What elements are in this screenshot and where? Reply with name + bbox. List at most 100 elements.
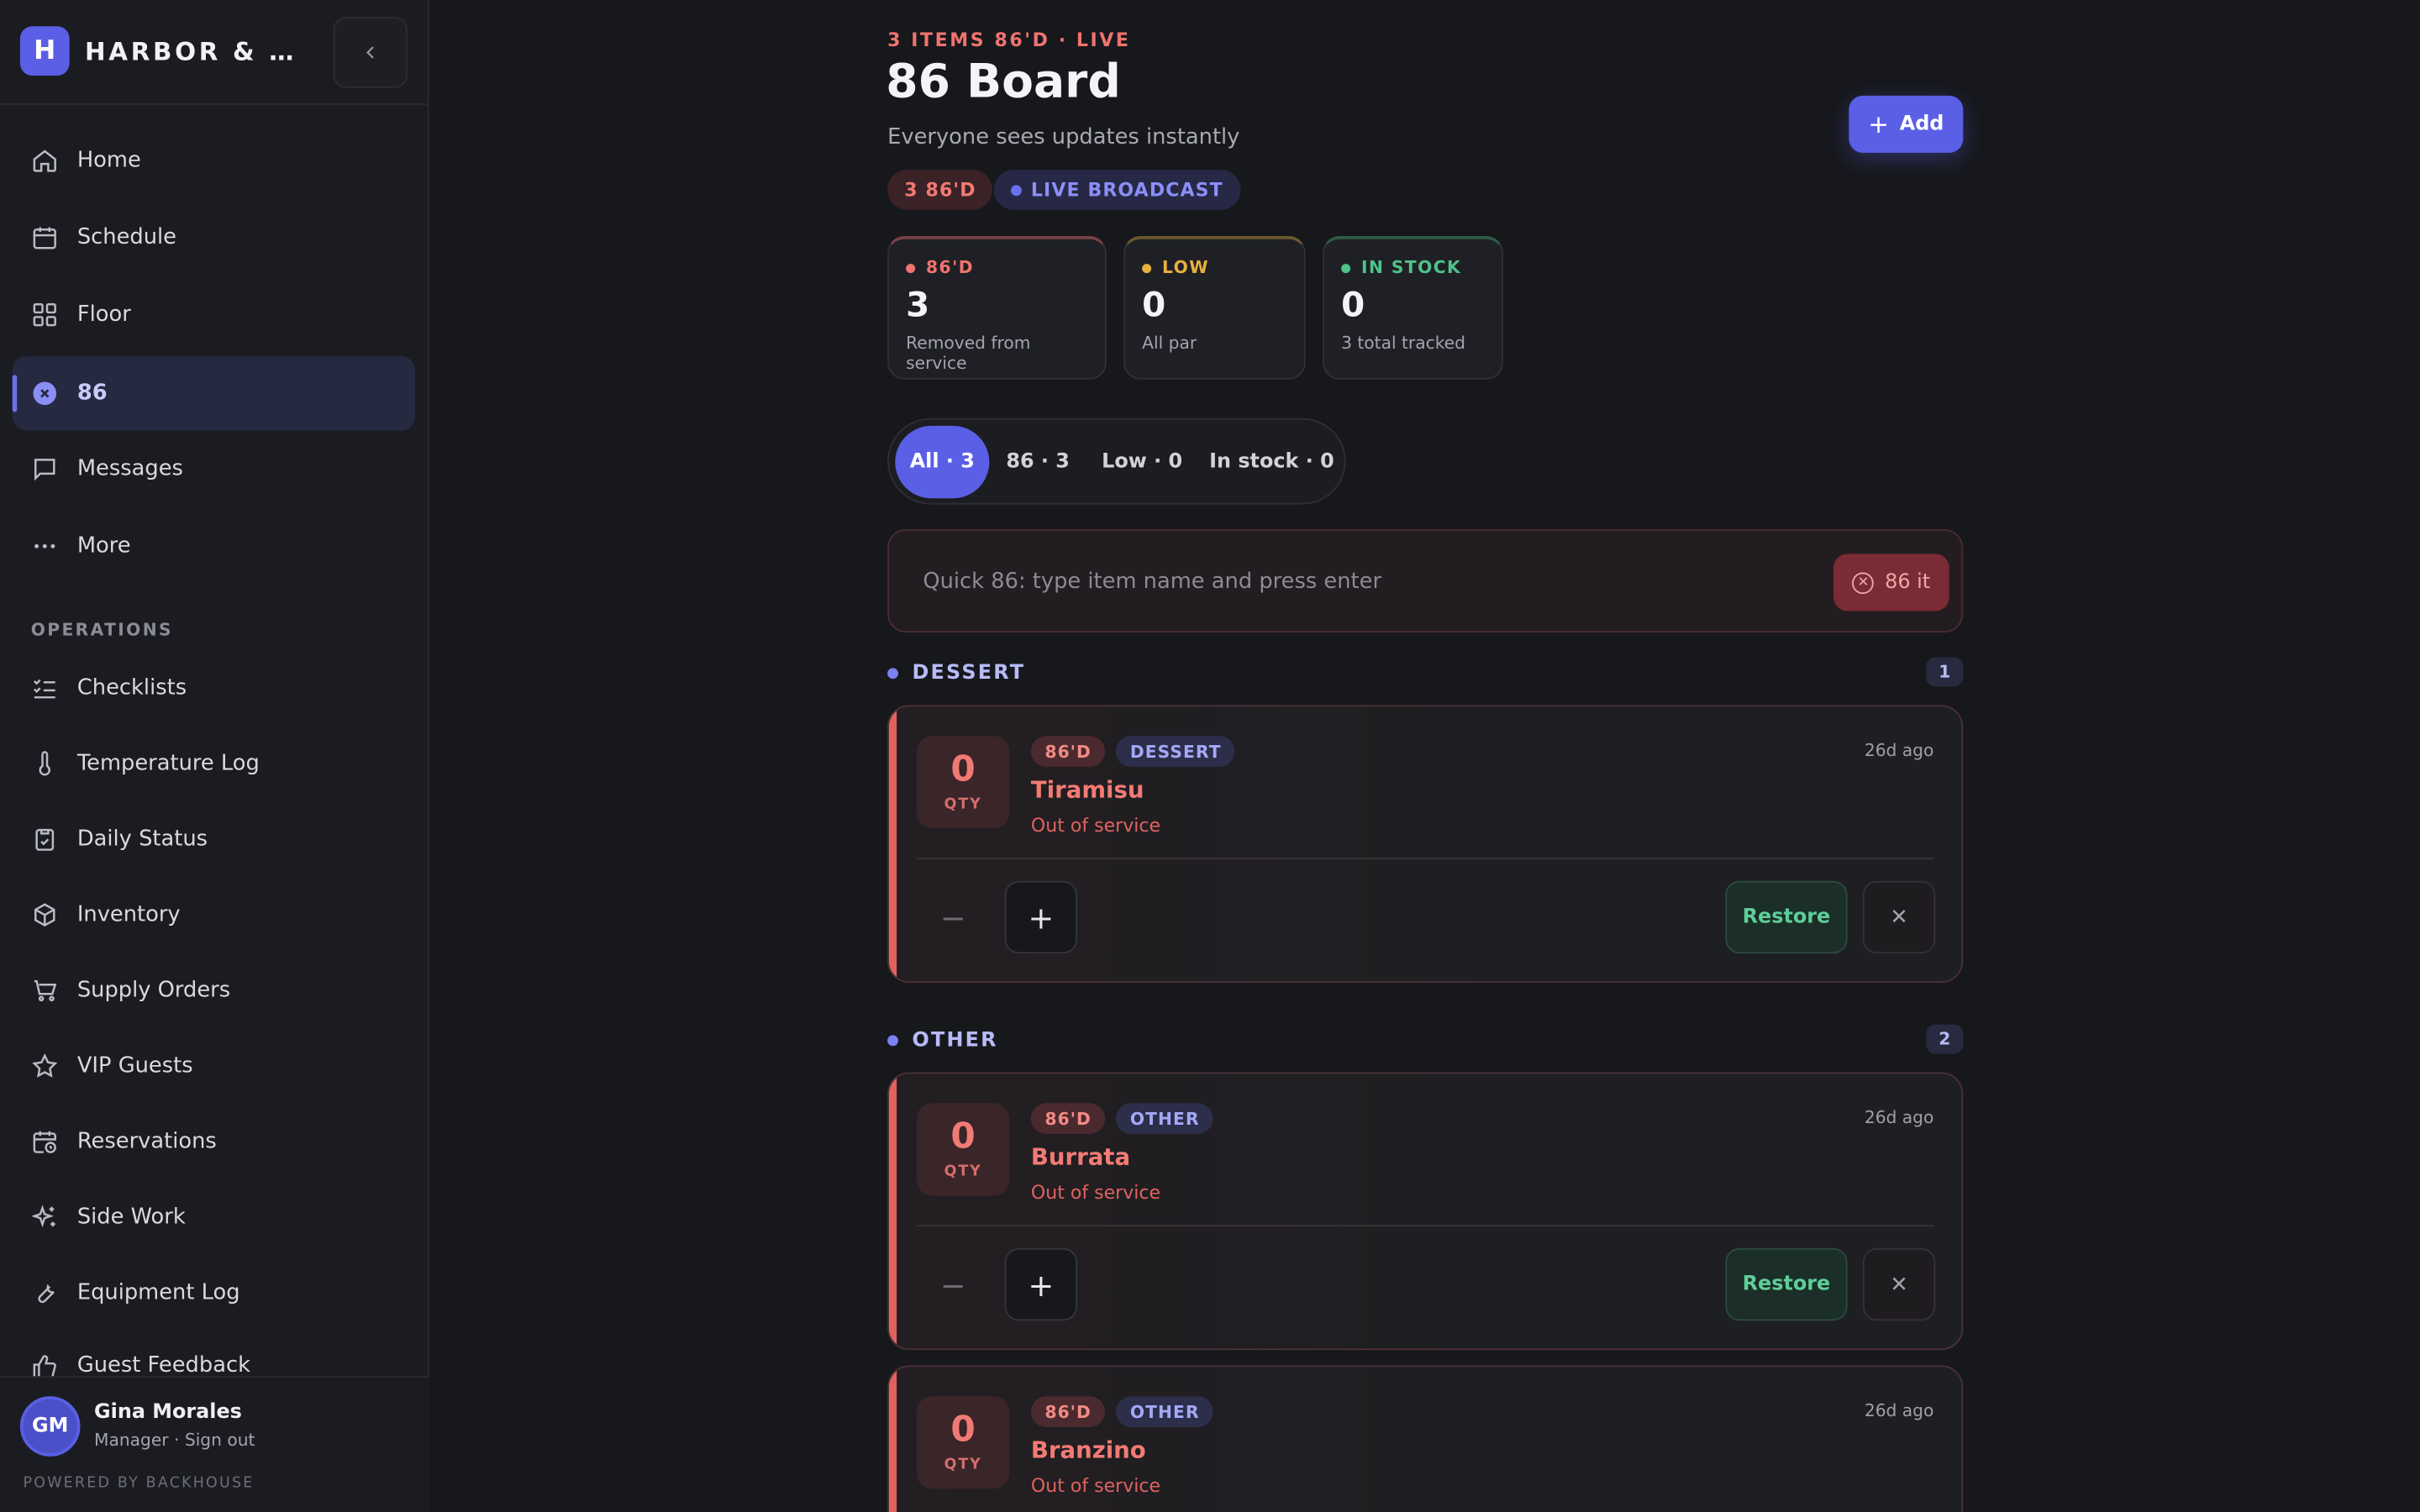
avatar[interactable]: GM <box>19 1396 81 1457</box>
stat-value: 3 <box>906 286 930 326</box>
status-badge: 86'D <box>1030 736 1106 767</box>
item-badges: 86'D DESSERT <box>1030 736 1246 767</box>
live-dot-icon <box>1011 184 1022 196</box>
item-name[interactable]: Branzino <box>1031 1436 1146 1464</box>
quick-86-input[interactable] <box>923 564 1818 599</box>
item-status: Out of service <box>1030 1474 1161 1497</box>
sidebar-item-temperature-log[interactable]: Temperature Log <box>13 727 415 801</box>
x-circle-icon <box>31 380 59 407</box>
sidebar-item-label: Side Work <box>76 1205 186 1230</box>
sidebar-item-label: Schedule <box>76 225 177 250</box>
item-timestamp: 26d ago <box>1864 1107 1934 1128</box>
stat-label: 86'D <box>926 257 974 278</box>
stat-value: 0 <box>1341 286 1365 326</box>
card-divider <box>916 1225 1934 1227</box>
add-button[interactable]: + Add <box>1849 95 1964 153</box>
sidebar-item-daily-status[interactable]: Daily Status <box>13 802 415 876</box>
sidebar-item-86[interactable]: 86 <box>12 356 416 431</box>
tab-in-stock[interactable]: In stock · 0 <box>1204 426 1340 498</box>
tab-86[interactable]: 86 · 3 <box>997 426 1079 498</box>
brand-logo: H <box>19 26 70 76</box>
home-icon <box>31 146 59 174</box>
operations-section-label: OPERATIONS <box>30 620 173 641</box>
sidebar-item-side-work[interactable]: Side Work <box>13 1180 415 1254</box>
item-timestamp: 26d ago <box>1864 1400 1934 1421</box>
sidebar-item-label: Inventory <box>76 902 181 927</box>
sidebar-item-reservations[interactable]: Reservations <box>13 1105 415 1179</box>
plus-icon: + <box>1868 109 1889 139</box>
sidebar-item-schedule[interactable]: Schedule <box>13 201 415 275</box>
item-card-branzino: 0 QTY 86'D OTHER Branzino Out of service… <box>887 1365 1964 1512</box>
sidebar-item-guest-feedback[interactable]: Guest Feedback <box>13 1331 415 1378</box>
sidebar-item-more[interactable]: More <box>13 509 415 583</box>
thumbs-up-icon <box>31 1353 59 1378</box>
decrement-button[interactable]: − <box>916 1247 990 1321</box>
page-title: 86 Board <box>886 55 1121 110</box>
sidebar-item-messages[interactable]: Messages <box>13 432 415 506</box>
sidebar-item-label: Floor <box>76 302 131 328</box>
checklist-icon <box>31 675 59 702</box>
minus-icon: − <box>939 898 966 936</box>
status-dot-icon <box>1142 263 1152 273</box>
sparkle-icon <box>31 1204 59 1231</box>
sidebar-item-label: Checklists <box>76 675 187 701</box>
group-dot-icon <box>887 668 898 680</box>
page-eyebrow: 3 ITEMS 86'D · LIVE <box>887 29 1131 51</box>
sidebar-item-label: Equipment Log <box>76 1280 240 1305</box>
increment-button[interactable]: + <box>1004 880 1078 954</box>
sidebar-item-label: More <box>76 533 131 559</box>
chevron-left-icon <box>366 46 374 59</box>
item-name[interactable]: Burrata <box>1031 1143 1130 1171</box>
stat-desc: All par <box>1142 333 1197 354</box>
increment-button[interactable]: + <box>1004 1247 1078 1321</box>
sidebar-item-label: Messages <box>76 456 183 482</box>
tab-all[interactable]: All · 3 <box>895 425 990 499</box>
stat-desc: Removed from service <box>906 333 1031 374</box>
stat-card-86d[interactable]: 86'D 3 Removed from service <box>887 236 1107 380</box>
sidebar-item-label: Daily Status <box>76 827 208 852</box>
sidebar-item-supply-orders[interactable]: Supply Orders <box>13 953 415 1027</box>
qty-display: 0 QTY <box>916 736 1010 829</box>
sidebar-footer: GM Gina Morales Manager · Sign out POWER… <box>0 1376 429 1512</box>
stat-card-low[interactable]: LOW 0 All par <box>1123 236 1306 380</box>
item-name[interactable]: Tiramisu <box>1031 776 1144 804</box>
remove-button[interactable]: ✕ <box>1862 880 1936 954</box>
sidebar-item-home[interactable]: Home <box>13 123 415 197</box>
count-pill: 3 86'D <box>887 170 993 210</box>
status-dot-icon <box>906 263 916 273</box>
thermometer-icon <box>31 750 59 778</box>
brand[interactable]: H HARBOR & MA… <box>19 26 317 76</box>
qty-unit: QTY <box>944 1162 982 1180</box>
sidebar-item-floor[interactable]: Floor <box>13 278 415 352</box>
restore-button[interactable]: Restore <box>1725 1247 1848 1321</box>
group-name: OTHER <box>912 1029 998 1053</box>
restore-button[interactable]: Restore <box>1725 880 1848 954</box>
qty-value: 0 <box>950 1409 976 1450</box>
group-dot-icon <box>887 1035 898 1047</box>
sidebar-item-equipment-log[interactable]: Equipment Log <box>13 1256 415 1330</box>
sidebar-item-vip-guests[interactable]: VIP Guests <box>13 1029 415 1103</box>
status-badge: 86'D <box>1030 1396 1106 1427</box>
sidebar-item-checklists[interactable]: Checklists <box>13 651 415 725</box>
sidebar-item-label: 86 <box>76 381 108 407</box>
collapse-sidebar-button[interactable] <box>333 17 408 88</box>
user-role-signout[interactable]: Manager · Sign out <box>94 1431 255 1451</box>
close-icon: ✕ <box>1890 1272 1908 1297</box>
tab-low[interactable]: Low · 0 <box>1092 426 1193 498</box>
remove-button[interactable]: ✕ <box>1862 1247 1936 1321</box>
item-status: Out of service <box>1030 1181 1161 1204</box>
decrement-button[interactable]: − <box>916 880 990 954</box>
calendar-clock-icon <box>31 1128 59 1156</box>
qty-display: 0 QTY <box>916 1396 1010 1489</box>
stat-value: 0 <box>1142 286 1166 326</box>
status-dot-icon <box>1341 263 1351 273</box>
cart-icon <box>31 977 59 1005</box>
box-icon <box>31 901 59 929</box>
86-it-button[interactable]: ✕ 86 it <box>1833 554 1949 612</box>
stat-card-in-stock[interactable]: IN STOCK 0 3 total tracked <box>1323 236 1503 380</box>
group-count: 1 <box>1926 657 1964 687</box>
stat-label-row: LOW <box>1142 258 1287 278</box>
sidebar-item-inventory[interactable]: Inventory <box>13 878 415 952</box>
86-it-label: 86 it <box>1885 570 1931 595</box>
more-icon <box>31 533 59 560</box>
